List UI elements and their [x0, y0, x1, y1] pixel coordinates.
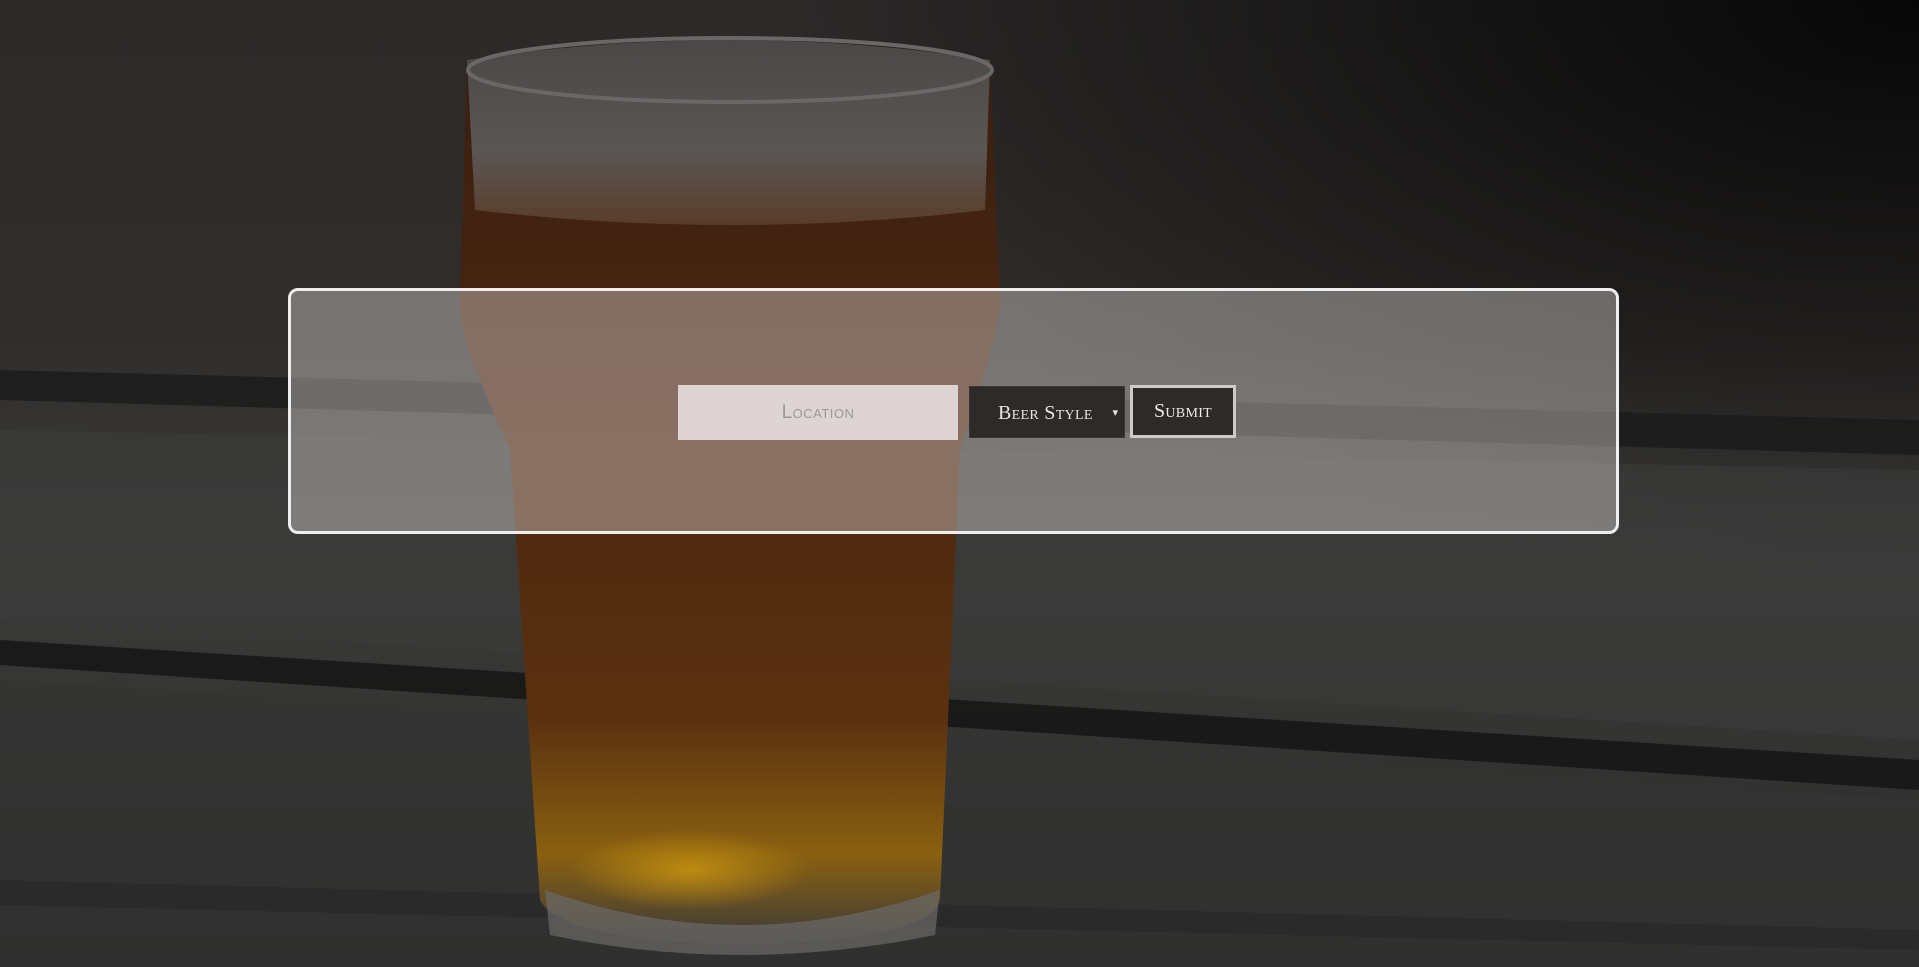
- beer-style-select-value: Beer Style: [998, 402, 1093, 424]
- chevron-down-icon: ▾: [1112, 407, 1118, 419]
- page: Beer Style ▾ Submit: [0, 0, 1919, 967]
- beer-style-select[interactable]: Beer Style ▾: [969, 386, 1125, 438]
- submit-button[interactable]: Submit: [1130, 385, 1236, 438]
- location-input[interactable]: [678, 385, 958, 440]
